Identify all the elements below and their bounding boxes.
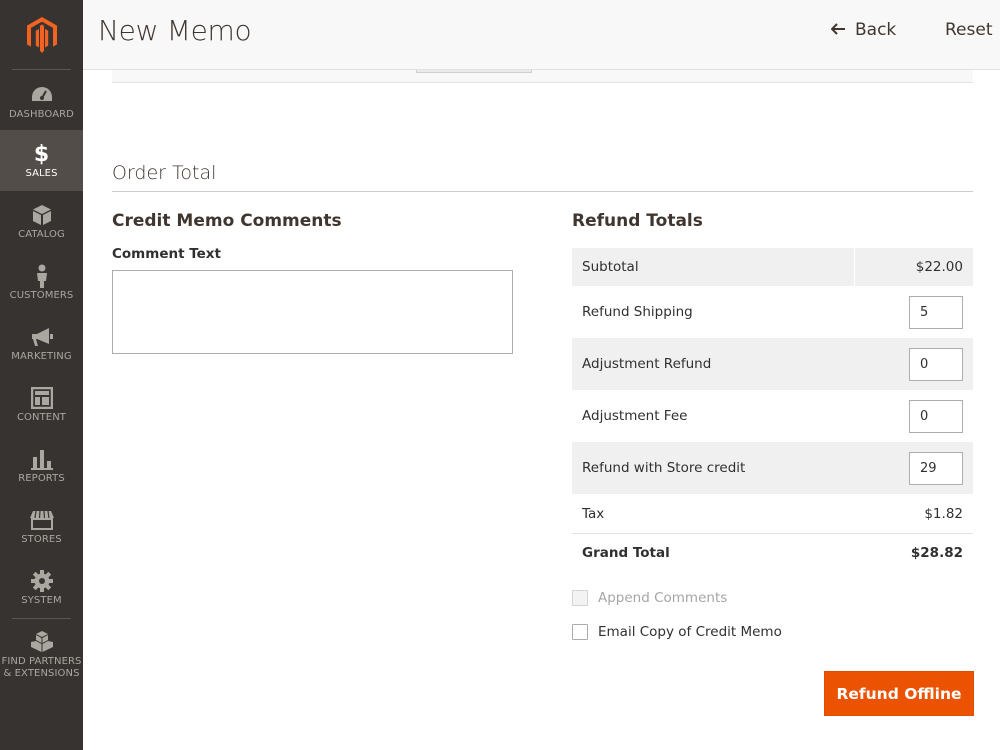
page-header: New Memo Back Reset [83,0,1000,70]
email-copy-checkbox[interactable] [572,624,588,640]
boxes-icon [30,630,54,654]
sidebar-item-dashboard[interactable]: DASHBOARD [0,71,83,132]
items-table-footer [112,70,973,83]
refund-totals-title: Refund Totals [572,211,703,231]
sidebar-item-system[interactable]: SYSTEM [0,557,83,618]
store-credit-label: Refund with Store credit [582,460,746,476]
sidebar-item-label: CONTENT [16,412,67,423]
cube-icon [30,203,54,227]
sidebar-item-sales[interactable]: $ SALES [0,130,83,191]
refund-shipping-label: Refund Shipping [582,304,693,320]
sidebar-item-content[interactable]: CONTENT [0,374,83,435]
storefront-icon [29,508,54,532]
admin-sidebar: DASHBOARD $ SALES CATALOG CUSTOMERS MARK… [0,0,83,750]
store-credit-row: Refund with Store credit [572,442,973,494]
refund-offline-button[interactable]: Refund Offline [824,671,974,716]
sidebar-item-label: DASHBOARD [8,109,74,120]
refund-shipping-row: Refund Shipping [572,286,973,338]
sidebar-item-label: SYSTEM [21,595,62,606]
sidebar-item-catalog[interactable]: CATALOG [0,191,83,252]
adjustment-fee-row: Adjustment Fee [572,390,973,442]
sidebar-item-reports[interactable]: REPORTS [0,435,83,496]
comment-text-label: Comment Text [112,246,221,262]
sidebar-item-label: & EXTENSIONS [3,668,80,679]
page-title: New Memo [98,14,252,47]
sidebar-item-label: CUSTOMERS [9,290,74,301]
store-credit-input[interactable] [909,451,963,485]
person-icon [30,264,54,288]
grand-total-value: $28.82 [910,545,963,561]
megaphone-icon [30,325,54,349]
email-copy-option: Email Copy of Credit Memo [572,624,782,640]
grand-total-label: Grand Total [582,545,670,561]
sidebar-item-customers[interactable]: CUSTOMERS [0,252,83,313]
append-comments-checkbox[interactable] [572,590,588,606]
append-comments-option: Append Comments [572,590,727,606]
tax-label: Tax [582,505,605,522]
tax-row: Tax $1.82 [572,494,973,533]
tax-value: $1.82 [924,505,963,522]
adjustment-refund-input[interactable] [909,347,963,381]
sidebar-item-label: STORES [21,534,62,545]
sidebar-item-label: REPORTS [18,473,65,484]
reset-button[interactable]: Reset [945,20,993,40]
layout-icon [30,386,54,410]
subtotal-label: Subtotal [582,259,639,275]
sidebar-item-marketing[interactable]: MARKETING [0,313,83,374]
adjustment-refund-row: Adjustment Refund [572,338,973,390]
adjustment-fee-input[interactable] [909,399,963,433]
comment-textarea[interactable] [112,270,513,354]
sidebar-item-label: FIND PARTNERS [1,656,82,667]
order-total-title: Order Total [112,162,217,184]
bar-chart-icon [30,447,54,471]
sidebar-item-label: SALES [25,168,58,179]
email-copy-label: Email Copy of Credit Memo [598,624,782,640]
sidebar-item-label: MARKETING [11,351,72,362]
adjustment-fee-label: Adjustment Fee [582,408,688,424]
dashboard-icon [30,83,54,107]
magento-logo[interactable] [12,0,71,70]
append-comments-label: Append Comments [598,590,728,606]
section-divider [112,191,973,192]
cell-divider [854,248,855,286]
back-button[interactable]: Back [830,20,897,40]
subtotal-row: Subtotal $22.00 [572,248,973,286]
gear-icon [30,569,54,593]
dollar-icon: $ [33,141,50,167]
grand-total-row: Grand Total $28.82 [572,534,973,572]
comments-title: Credit Memo Comments [112,211,342,231]
arrow-left-icon [830,20,845,40]
subtotal-value: $22.00 [915,259,963,275]
sidebar-item-stores[interactable]: STORES [0,496,83,557]
sidebar-item-label: CATALOG [18,229,65,240]
sidebar-item-find-partners[interactable]: FIND PARTNERS & EXTENSIONS [0,618,83,690]
refund-shipping-input[interactable] [909,295,963,329]
back-label: Back [855,20,897,40]
adjustment-refund-label: Adjustment Refund [582,356,712,372]
update-qty-button-edge[interactable] [416,70,532,73]
